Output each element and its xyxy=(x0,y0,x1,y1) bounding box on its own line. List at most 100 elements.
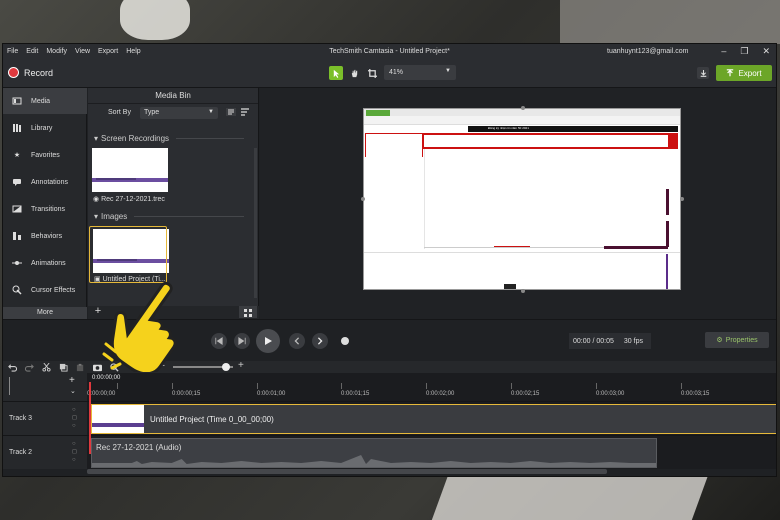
sidebar-item-behaviors[interactable]: Behaviors xyxy=(3,223,87,249)
media-bin-title: Media Bin xyxy=(88,88,258,104)
section-screen-recordings[interactable]: ▾ Screen Recordings xyxy=(94,134,244,143)
lock-icon[interactable]: ○ ◻ ○ xyxy=(72,440,77,464)
sort-by-value: Type xyxy=(144,109,160,116)
section-images[interactable]: ▾ Images xyxy=(94,212,244,221)
sidebar-item-animations[interactable]: Animations xyxy=(3,250,87,276)
account-email[interactable]: tuanhuynt123@gmail.com xyxy=(607,48,688,55)
minimize-icon[interactable]: – xyxy=(721,46,726,57)
track-name: Track 3 xyxy=(9,415,33,422)
tick-mark xyxy=(426,383,427,389)
cut-icon[interactable] xyxy=(41,362,51,372)
preview-divider xyxy=(424,149,425,249)
animation-icon xyxy=(11,257,23,269)
clip-label: Rec 27-12-2021 (Audio) xyxy=(96,443,182,452)
sidebar-item-label: Annotations xyxy=(31,178,68,186)
preview-accent xyxy=(666,221,669,247)
add-track-icon[interactable]: + xyxy=(69,375,75,386)
resize-handle[interactable] xyxy=(521,106,525,110)
export-button[interactable]: Export xyxy=(716,65,772,81)
paste-icon[interactable] xyxy=(75,362,85,372)
track-header-3[interactable]: Track 3 ○ ◻ ○ xyxy=(3,401,87,435)
download-icon[interactable] xyxy=(697,67,709,79)
time-display: 00:00 / 00:05 30 fps xyxy=(569,333,651,349)
media-bin-scrollbar[interactable] xyxy=(254,148,257,298)
audio-clip[interactable]: Rec 27-12-2021 (Audio) xyxy=(91,438,657,468)
step-back-icon[interactable] xyxy=(211,333,227,349)
backdrop-keyboard xyxy=(431,475,709,520)
annotation-icon xyxy=(11,176,23,188)
track-resize-icon[interactable] xyxy=(9,377,17,395)
video-preview[interactable]: Đăng ký nhận tin năm 50 2021 xyxy=(363,108,681,290)
record-button[interactable]: Record xyxy=(8,67,53,78)
crop-icon[interactable] xyxy=(365,66,379,80)
playhead[interactable]: 0:00:00;00 xyxy=(89,374,124,454)
scrubber-handle[interactable] xyxy=(341,337,349,345)
sidebar-item-label: Animations xyxy=(31,259,66,267)
pan-hand-icon[interactable] xyxy=(347,66,361,80)
export-icon xyxy=(727,69,734,77)
sidebar-item-annotations[interactable]: Annotations xyxy=(3,169,87,195)
view-options xyxy=(226,107,252,119)
preview-banner: Đăng ký nhận tin năm 50 2021 xyxy=(468,126,678,132)
resize-handle[interactable] xyxy=(680,197,684,201)
close-icon[interactable]: ✕ xyxy=(762,46,770,57)
sidebar-item-library[interactable]: Library xyxy=(3,115,87,141)
clip-thumbnail xyxy=(92,405,144,433)
preview-divider xyxy=(424,247,604,248)
tick-label: 0:00:01;00 xyxy=(257,391,286,397)
export-label: Export xyxy=(738,68,762,78)
preview-accent xyxy=(666,189,669,215)
properties-button[interactable]: ⚙ Properties xyxy=(705,332,769,348)
sidebar-item-cursor-effects[interactable]: Cursor Effects xyxy=(3,277,87,303)
zoom-slider-handle[interactable] xyxy=(222,363,230,371)
record-icon xyxy=(8,67,19,78)
chevron-down-icon[interactable]: ⌄ xyxy=(70,387,76,395)
time-total: 00:05 xyxy=(596,337,614,345)
tick-mark xyxy=(257,383,258,389)
zoom-dropdown[interactable]: 41% ▼ xyxy=(384,65,456,80)
resize-handle[interactable] xyxy=(521,289,525,293)
canvas-area[interactable]: Đăng ký nhận tin năm 50 2021 xyxy=(260,88,776,319)
record-badge-icon: ◉ xyxy=(93,196,100,203)
track-header-2[interactable]: Track 2 ○ ◻ ○ xyxy=(3,435,87,469)
timeline-ruler[interactable]: 0:00:00;00 0:00:00;15 0:00:01;00 0:00:01… xyxy=(87,373,776,401)
gear-icon: ⚙ xyxy=(716,337,723,344)
video-clip[interactable]: Untitled Project (Time 0_00_00;00) xyxy=(91,404,776,434)
resize-handle[interactable] xyxy=(361,197,365,201)
tick-label: 0:00:01;15 xyxy=(341,391,370,397)
tick-label: 0:00:03;00 xyxy=(596,391,625,397)
previous-icon[interactable] xyxy=(289,333,305,349)
playhead-time: 0:00:00;00 xyxy=(89,374,124,382)
track-row-3: Untitled Project (Time 0_00_00;00) xyxy=(87,401,776,435)
play-icon[interactable] xyxy=(256,329,280,353)
behavior-icon xyxy=(11,230,23,242)
media-item-name: Rec 27-12-2021.trec xyxy=(101,196,165,203)
preview-highlight-box xyxy=(422,133,670,149)
step-forward-icon[interactable] xyxy=(234,333,250,349)
timeline-scrollbar[interactable] xyxy=(87,469,607,474)
copy-icon[interactable] xyxy=(58,362,68,372)
sidebar-item-favorites[interactable]: ★ Favorites xyxy=(3,142,87,168)
backdrop-paper xyxy=(560,0,780,44)
sidebar-item-media[interactable]: Media xyxy=(3,88,87,114)
next-icon[interactable] xyxy=(312,333,328,349)
grid-view-icon[interactable] xyxy=(239,306,257,318)
zoom-in-icon[interactable]: + xyxy=(238,360,244,371)
sort-by-dropdown[interactable]: Type ▼ xyxy=(140,107,218,119)
lock-icon[interactable]: ○ ◻ ○ xyxy=(72,406,77,430)
sidebar-item-label: Library xyxy=(31,124,53,132)
arrow-tool-icon[interactable] xyxy=(329,66,343,80)
undo-icon[interactable] xyxy=(7,362,17,372)
sidebar-item-transitions[interactable]: Transitions xyxy=(3,196,87,222)
maximize-icon[interactable]: ❐ xyxy=(740,46,748,57)
chevron-down-icon: ▼ xyxy=(208,109,214,115)
redo-icon[interactable] xyxy=(24,362,34,372)
more-button[interactable]: More xyxy=(3,307,87,319)
chevron-down-icon: ▼ xyxy=(445,68,451,74)
chevron-down-icon: ▾ xyxy=(94,134,99,143)
sort-order-icon[interactable] xyxy=(240,107,250,117)
time-readout: 00:00 / 00:05 xyxy=(573,337,614,345)
list-view-icon[interactable] xyxy=(226,107,236,117)
tick-mark xyxy=(172,383,173,389)
media-thumbnail-recording[interactable] xyxy=(92,148,168,192)
